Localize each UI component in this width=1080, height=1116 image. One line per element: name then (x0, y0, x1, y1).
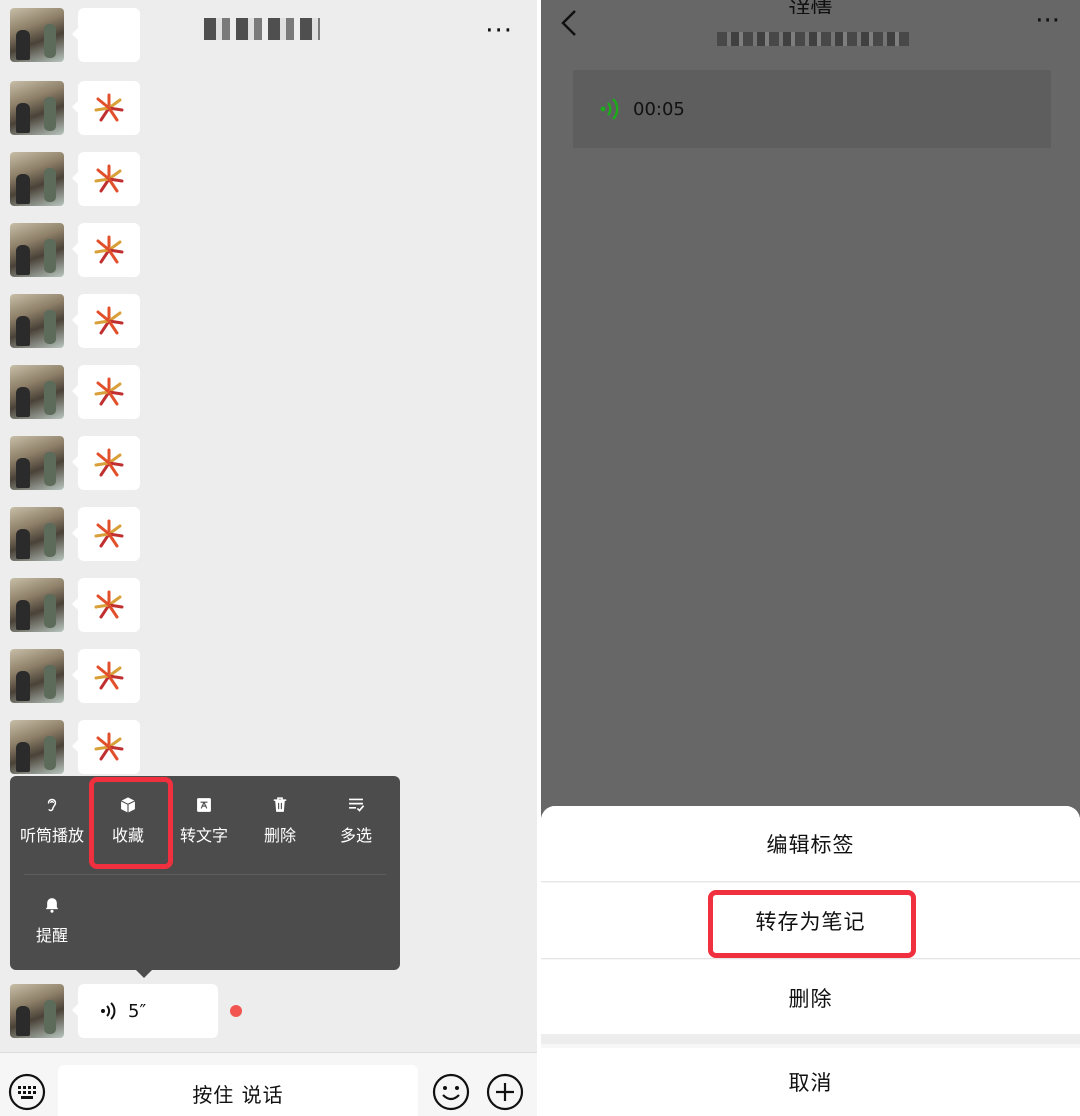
avatar[interactable] (10, 436, 64, 490)
blurred-subtitle (717, 32, 909, 46)
avatar[interactable] (10, 365, 64, 419)
hold-to-talk-button[interactable]: 按住 说话 (58, 1065, 418, 1116)
sticker-bubble[interactable] (72, 436, 140, 490)
avatar[interactable] (10, 8, 64, 62)
keyboard-icon[interactable] (8, 1073, 46, 1111)
voice-time: 00:05 (633, 98, 685, 120)
list-item[interactable] (10, 223, 150, 279)
sticker-bubble[interactable] (72, 578, 140, 632)
voice-wave-icon (101, 1002, 116, 1020)
menu-item-label: 提醒 (35, 926, 68, 945)
avatar[interactable] (10, 152, 64, 206)
firework-sticker-icon (94, 661, 124, 690)
trash-icon (273, 797, 287, 812)
firework-sticker-icon (94, 519, 124, 548)
multi-select-icon (349, 798, 365, 812)
menu-item-label: 多选 (339, 826, 372, 845)
ear-icon (47, 798, 57, 812)
convert-to-text-menu-item[interactable]: 转文字 (166, 776, 242, 846)
avatar[interactable] (10, 294, 64, 348)
sticker-bubble[interactable] (72, 294, 140, 348)
chat-input-bar: 按住 说话 (0, 1052, 537, 1116)
highlight-box-save-as-note (708, 890, 916, 958)
message-context-menu: 听筒播放 收藏 转文字 删除 多选 提醒 (10, 776, 400, 978)
list-item[interactable] (10, 8, 150, 64)
menu-item-label: 听筒播放 (19, 826, 84, 845)
delete-option[interactable]: 删除 (541, 960, 1080, 1036)
menu-item-label: 删除 (263, 826, 296, 845)
earpiece-play-menu-item[interactable]: 听筒播放 (14, 776, 90, 846)
voice-bubble[interactable]: 5″ (72, 984, 218, 1038)
avatar[interactable] (10, 507, 64, 561)
emoji-icon[interactable] (432, 1073, 470, 1111)
avatar[interactable] (10, 578, 64, 632)
avatar[interactable] (10, 720, 64, 774)
voice-wave-icon (600, 98, 619, 120)
list-item[interactable] (10, 152, 150, 208)
list-item[interactable] (10, 436, 150, 492)
blurred-chat-title (204, 18, 320, 40)
sticker-bubble[interactable] (72, 81, 140, 135)
avatar[interactable] (10, 649, 64, 703)
chat-screen: ··· 听筒播放 收藏 转文字 删除 多选 提醒 5″ 按住 说话 (0, 0, 537, 1116)
delete-menu-item[interactable]: 删除 (242, 776, 318, 846)
multi-select-menu-item[interactable]: 多选 (318, 776, 394, 846)
list-item[interactable] (10, 365, 150, 421)
menu-divider (24, 874, 386, 875)
sticker-bubble[interactable] (72, 152, 140, 206)
plus-icon[interactable] (486, 1073, 524, 1111)
avatar[interactable] (10, 81, 64, 135)
sticker-bubble[interactable] (72, 8, 140, 62)
menu-item-label: 转文字 (179, 826, 228, 845)
sticker-bubble[interactable] (72, 507, 140, 561)
bell-icon (45, 898, 59, 913)
highlight-box-favorite (89, 777, 173, 869)
sticker-bubble[interactable] (72, 365, 140, 419)
voice-message-row[interactable]: 5″ (10, 984, 270, 1040)
sticker-bubble[interactable] (72, 720, 140, 774)
list-item[interactable] (10, 578, 150, 634)
text-convert-icon (197, 798, 211, 812)
firework-sticker-icon (94, 93, 124, 122)
list-item[interactable] (10, 294, 150, 350)
page-title: 详情 (788, 0, 833, 14)
list-item[interactable] (10, 720, 150, 776)
firework-sticker-icon (94, 164, 124, 193)
voice-detail-card[interactable]: 00:05 (573, 70, 1051, 148)
list-item[interactable] (10, 649, 150, 705)
firework-sticker-icon (94, 732, 124, 761)
firework-sticker-icon (94, 377, 124, 406)
unread-dot (230, 1005, 242, 1017)
sheet-separator (541, 1034, 1080, 1044)
list-item[interactable] (10, 81, 150, 137)
cancel-button[interactable]: 取消 (541, 1048, 1080, 1116)
list-item[interactable] (10, 507, 150, 563)
firework-sticker-icon (94, 235, 124, 264)
remind-menu-item[interactable]: 提醒 (14, 876, 90, 946)
edit-tags-option[interactable]: 编辑标签 (541, 806, 1080, 882)
firework-sticker-icon (94, 590, 124, 619)
avatar[interactable] (10, 984, 64, 1038)
voice-duration: 5″ (128, 1000, 147, 1022)
more-options-icon[interactable]: ··· (1035, 6, 1060, 36)
sticker-bubble[interactable] (72, 649, 140, 703)
sticker-bubble[interactable] (72, 223, 140, 277)
action-sheet: 编辑标签 转存为笔记 删除 取消 (541, 806, 1080, 1116)
firework-sticker-icon (94, 448, 124, 477)
firework-sticker-icon (94, 306, 124, 335)
avatar[interactable] (10, 223, 64, 277)
detail-screen: 详情 ··· 00:05 编辑标签 转存为笔记 删除 取消 (541, 0, 1080, 1116)
more-options-icon[interactable]: ··· (485, 16, 513, 46)
